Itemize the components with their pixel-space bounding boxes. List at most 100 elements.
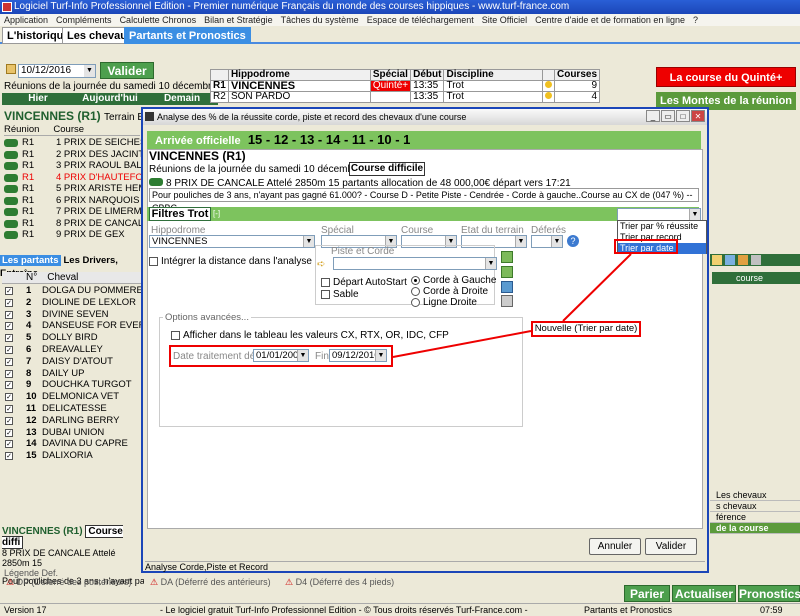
list-item[interactable]: R1 6 PRIX NARQUOIS bbox=[2, 195, 142, 207]
pronostics-button[interactable]: Pronostics bbox=[738, 585, 800, 602]
help-icon[interactable]: ? bbox=[567, 235, 579, 247]
list-item[interactable]: ✓ 4 DANSEUSE FOR EVER bbox=[2, 320, 145, 332]
table-row[interactable]: R1 VINCENNES Quinté+ 13:35 Trot 9 bbox=[210, 80, 601, 92]
checkbox[interactable]: ✓ bbox=[5, 322, 13, 331]
checkbox[interactable]: ✓ bbox=[5, 428, 13, 437]
hier-button[interactable]: Hier bbox=[2, 93, 74, 105]
checkbox[interactable]: ✓ bbox=[5, 393, 13, 402]
actualiser-button[interactable]: Actualiser bbox=[672, 585, 736, 602]
radio bbox=[411, 275, 420, 285]
date-picker[interactable]: 10/12/2016 ▼ bbox=[18, 64, 96, 78]
checkbox[interactable]: ✓ bbox=[5, 298, 13, 307]
printer-icon[interactable] bbox=[501, 295, 513, 307]
list-item[interactable]: ✓ 12 DARLING BERRY bbox=[2, 415, 144, 427]
close-button[interactable]: ✕ bbox=[691, 110, 705, 122]
menu-calculette[interactable]: Calculette Chronos bbox=[120, 15, 197, 25]
list-item[interactable]: R12 PRIX DES JACINTHE bbox=[2, 149, 142, 161]
minimize-button[interactable]: _ bbox=[646, 110, 660, 122]
parier-button[interactable]: Parier bbox=[624, 585, 670, 602]
checkbox[interactable]: ✓ bbox=[5, 310, 13, 319]
list-item[interactable]: ✓ 5 DOLLY BIRD bbox=[2, 332, 144, 344]
tab-les-partants[interactable]: Les partants bbox=[0, 255, 61, 266]
integrer-checkbox-row[interactable]: Intégrer la distance dans l'analyse bbox=[149, 256, 312, 267]
list-item[interactable]: R15 PRIX ARISTE HEMAR bbox=[2, 183, 142, 195]
save-icon[interactable] bbox=[725, 255, 735, 265]
print-icon[interactable] bbox=[751, 255, 761, 265]
list-item[interactable]: ✓ 9 DOUCHKA TURGOT bbox=[2, 379, 144, 391]
piste-select[interactable]: ▼ bbox=[333, 257, 497, 270]
list-item[interactable]: ✓ 7 DAISY D'ATOUT bbox=[2, 356, 144, 368]
list-item[interactable]: ✓ 6 DREAVALLEY bbox=[2, 344, 144, 356]
aujourdhui-button[interactable]: Aujourd'hui bbox=[74, 93, 146, 105]
sable-checkbox-row[interactable]: Sable bbox=[321, 289, 359, 300]
checkbox[interactable]: ✓ bbox=[5, 381, 13, 390]
depart-checkbox-row[interactable]: Départ AutoStart bbox=[321, 277, 407, 288]
list-item[interactable]: ✓ 10 DELMONICA VET bbox=[2, 391, 144, 403]
afficher-checkbox-row[interactable]: Afficher dans le tableau les valeurs CX,… bbox=[171, 330, 449, 341]
checkbox[interactable]: ✓ bbox=[5, 404, 13, 413]
folder-icon[interactable] bbox=[712, 255, 722, 265]
calendar-icon[interactable] bbox=[6, 64, 16, 74]
list-item[interactable]: R1 9 PRIX DE GEX bbox=[2, 229, 142, 241]
link-chevaux[interactable]: Les chevaux bbox=[710, 490, 800, 501]
list-item[interactable]: R14 PRIX D'HAUTEFORT bbox=[2, 172, 142, 184]
horse-icon bbox=[4, 208, 18, 216]
link-de-la-course[interactable]: de la course bbox=[710, 523, 800, 534]
demain-button[interactable]: Demain bbox=[146, 93, 218, 105]
quinte-button[interactable]: La course du Quinté+ bbox=[656, 67, 796, 87]
arrivee-label: Arrivée officielle bbox=[155, 135, 241, 147]
restore-button[interactable]: ▭ bbox=[661, 110, 675, 122]
list-item[interactable]: ✓ 8 DAILY UP bbox=[2, 368, 144, 380]
link-s-chevaux[interactable]: s chevaux bbox=[710, 501, 800, 512]
deferes-select[interactable]: ▼ bbox=[531, 235, 563, 248]
grid-icon[interactable] bbox=[501, 281, 513, 293]
checkbox[interactable]: ✓ bbox=[5, 369, 13, 378]
refresh-icon[interactable] bbox=[501, 251, 513, 263]
menu-site-officiel[interactable]: Site Officiel bbox=[482, 15, 527, 25]
checkbox[interactable]: ✓ bbox=[5, 452, 13, 461]
list-item[interactable]: ✓ 15 DALIXORIA bbox=[2, 450, 144, 462]
list-item[interactable]: ✓ 1 DOLGA DU POMMEREUX bbox=[2, 285, 156, 297]
corde-gauche-radio[interactable]: Corde à Gauche bbox=[411, 275, 496, 286]
menu-complements[interactable]: Compléments bbox=[56, 15, 112, 25]
menu-taches[interactable]: Tâches du système bbox=[281, 15, 359, 25]
link-ference[interactable]: férence bbox=[710, 512, 800, 523]
checkbox[interactable]: ✓ bbox=[5, 440, 13, 449]
table-row[interactable]: R2 SON PARDO 13:35 Trot 4 bbox=[210, 91, 601, 103]
dialog-valider-button[interactable]: Valider bbox=[645, 538, 697, 555]
menu-telechargement[interactable]: Espace de téléchargement bbox=[367, 15, 474, 25]
list-item[interactable]: ✓ 2 DIOLINE DE LEXLOR bbox=[2, 297, 144, 309]
list-item[interactable]: ✓ 13 DUBAI UNION bbox=[2, 427, 144, 439]
checkbox[interactable]: ✓ bbox=[5, 345, 13, 354]
menu-help[interactable]: ? bbox=[693, 15, 698, 25]
menu-application[interactable]: Application bbox=[4, 15, 48, 25]
menu-bilan[interactable]: Bilan et Stratégie bbox=[204, 15, 273, 25]
valider-button[interactable]: Valider bbox=[100, 62, 154, 79]
checkbox[interactable]: ✓ bbox=[5, 287, 13, 295]
list-item[interactable]: R13 PRIX RAOUL BALLIE bbox=[2, 160, 142, 172]
corde-droite-radio[interactable]: Corde à Droite bbox=[411, 286, 488, 297]
checkbox bbox=[149, 256, 158, 266]
checkbox[interactable]: ✓ bbox=[5, 416, 13, 425]
ligne-droite-radio[interactable]: Ligne Droite bbox=[411, 297, 477, 308]
edit-icon[interactable] bbox=[738, 255, 748, 265]
list-item[interactable]: R1 8 PRIX DE CANCALE bbox=[2, 218, 142, 230]
list-item[interactable]: ✓ 14 DAVINA DU CAPRE bbox=[2, 438, 144, 450]
checkbox[interactable]: ✓ bbox=[5, 334, 13, 343]
chevron-down-icon[interactable]: ▼ bbox=[84, 65, 95, 77]
list-item[interactable]: R17 PRIX DE LIMERMON bbox=[2, 206, 142, 218]
annuler-button[interactable]: Annuler bbox=[589, 538, 641, 555]
status-version: Version 17 bbox=[4, 605, 47, 615]
dialog-app-icon bbox=[145, 112, 154, 121]
checkbox[interactable]: ✓ bbox=[5, 357, 13, 366]
hippodrome-select[interactable]: VINCENNES ▼ bbox=[149, 235, 315, 248]
list-item[interactable]: ✓ 11 DELICATESSE bbox=[2, 403, 144, 415]
list-item[interactable]: ✓ 3 DIVINE SEVEN bbox=[2, 309, 144, 321]
maximize-button[interactable]: □ bbox=[676, 110, 690, 122]
refresh-alt-icon[interactable] bbox=[501, 266, 513, 278]
collapse-toggle[interactable]: [-] bbox=[213, 209, 220, 218]
sort-option-reussite[interactable]: Trier par % réussite bbox=[618, 221, 706, 232]
list-item[interactable]: R11 PRIX DE SEICHES-SU bbox=[2, 137, 142, 149]
menu-aide[interactable]: Centre d'aide et de formation en ligne bbox=[535, 15, 685, 25]
tab-partants[interactable]: Partants et Pronostics bbox=[124, 27, 251, 44]
